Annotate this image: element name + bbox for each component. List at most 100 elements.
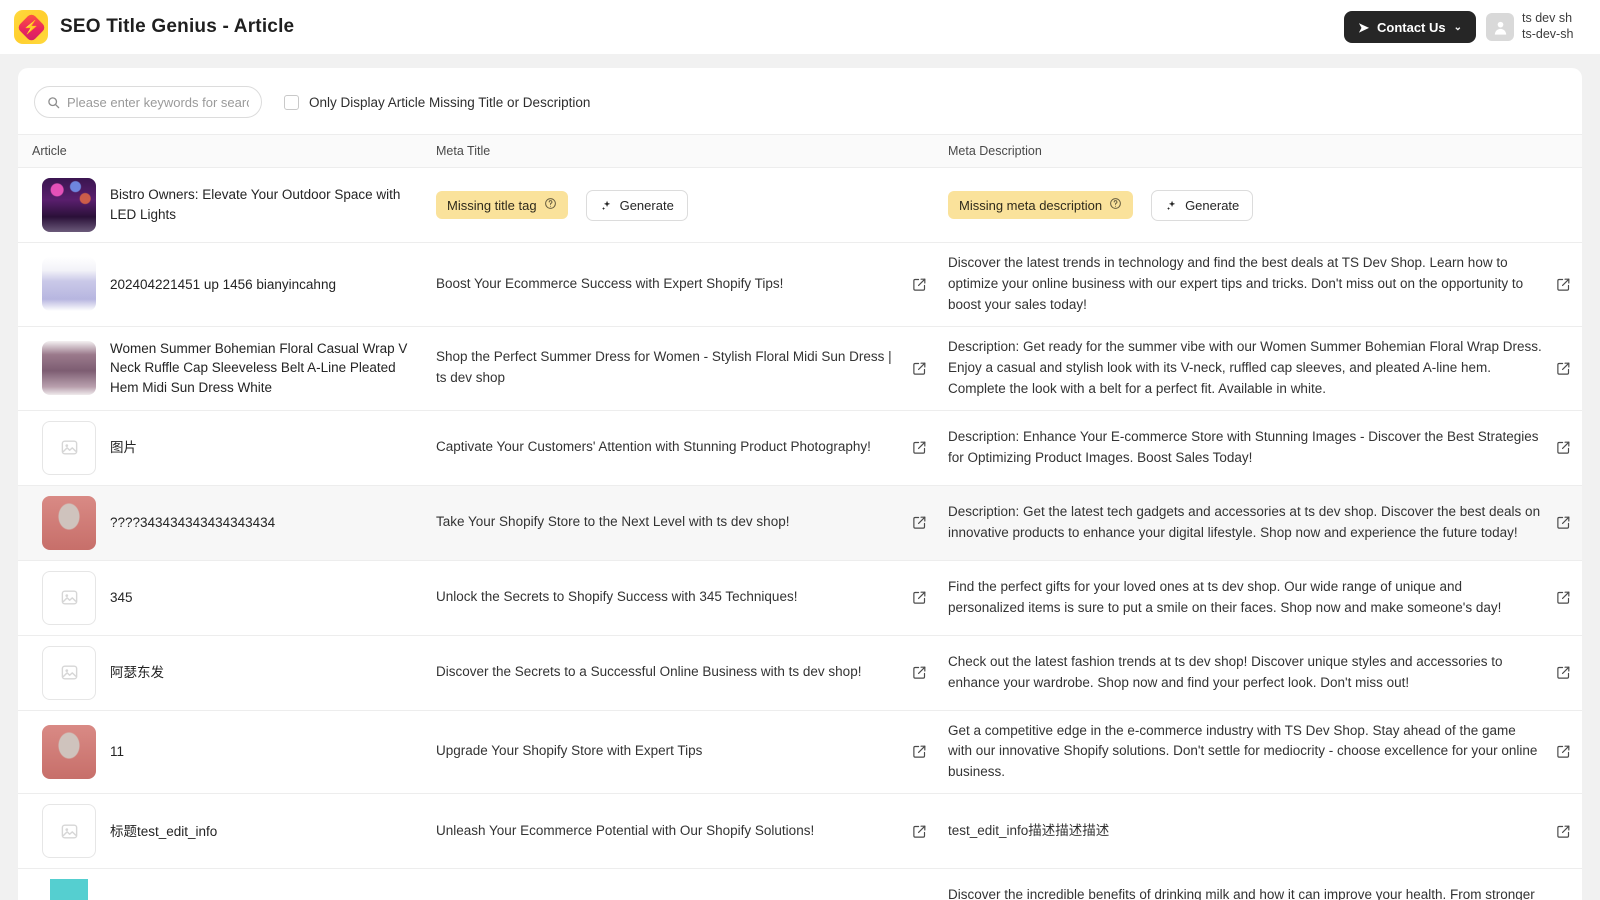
user-name: ts dev sh [1522, 11, 1573, 26]
article-title: 202404221451 up 1456 bianyincahng [110, 276, 336, 292]
edit-meta-description-button[interactable] [1554, 359, 1572, 377]
filter-missing-checkbox[interactable]: Only Display Article Missing Title or De… [284, 94, 591, 110]
page-title: SEO Title Genius - Article [60, 16, 295, 37]
meta-description-text: Description: Get ready for the summer vi… [948, 338, 1542, 396]
cell-meta-title: Take Your Shopify Store to the Next Leve… [426, 485, 938, 561]
article-thumbnail [42, 804, 96, 859]
cell-meta-description: Description: Enhance Your E-commerce Sto… [938, 410, 1582, 486]
edit-meta-title-button[interactable] [910, 743, 928, 761]
meta-description-text: Description: Get the latest tech gadgets… [948, 503, 1541, 540]
cell-meta-description: Get a competitive edge in the e-commerce… [938, 710, 1582, 795]
article-thumbnail [42, 495, 96, 550]
meta-title-text: Captivate Your Customers' Attention with… [436, 439, 871, 455]
cell-meta-description: Missing meta description Generate [938, 167, 1582, 243]
table-body: Bistro Owners: Elevate Your Outdoor Spac… [18, 167, 1582, 900]
article-thumbnail [42, 420, 96, 475]
meta-description-text: Find the perfect gifts for your loved on… [948, 578, 1502, 615]
article-thumbnail [42, 257, 96, 312]
cell-meta-title: Boost Your Ecommerce Success with Expert… [426, 242, 938, 327]
edit-meta-description-button[interactable] [1554, 589, 1572, 607]
table-row[interactable]: ????343434343434343434 Take Your Shopify … [18, 485, 1582, 561]
meta-description-text: Discover the latest trends in technology… [948, 255, 1524, 312]
cell-meta-description: Description: Get ready for the summer vi… [938, 326, 1582, 411]
cell-meta-title: Discover the Secrets to a Successful Onl… [426, 635, 938, 711]
generate-title-button[interactable]: Generate [585, 189, 688, 221]
filter-missing-label: Only Display Article Missing Title or De… [309, 94, 591, 110]
user-handle: ts-dev-sh [1522, 27, 1574, 41]
meta-description-text: Discover the incredible benefits of drin… [948, 887, 1535, 900]
table-head: Article Meta Title Meta Description [18, 134, 1582, 168]
meta-title-text: Unlock the Secrets to Shopify Success wi… [436, 589, 798, 605]
table-row[interactable]: 202404221451 up 1456 bianyincahng Boost Y… [18, 242, 1582, 327]
filters-toolbar: Only Display Article Missing Title or De… [18, 68, 1582, 134]
meta-title-text: Take Your Shopify Store to the Next Leve… [436, 514, 790, 530]
search-icon [48, 96, 60, 108]
table-row[interactable]: 标题test_edit_info Unleash Your Ecommerce P… [18, 793, 1582, 870]
cell-meta-description: Discover the incredible benefits of drin… [938, 868, 1582, 900]
checkbox-box[interactable] [284, 94, 299, 110]
column-header-meta-description: Meta Description [938, 134, 1582, 168]
brand: ⚡ SEO Title Genius - Article [8, 10, 294, 44]
table-row[interactable]: The Top 10 Benefits of Drinking Milk Disc… [18, 868, 1582, 900]
edit-meta-description-button[interactable] [1554, 822, 1572, 840]
article-title: Bistro Owners: Elevate Your Outdoor Spac… [110, 187, 401, 222]
header-actions: ➤ Contact Us ⌄ ts dev sh ts-dev-sh [1344, 0, 1600, 54]
table-row[interactable]: Women Summer Bohemian Floral Casual Wrap… [18, 326, 1582, 411]
edit-meta-title-button[interactable] [910, 589, 928, 607]
edit-meta-title-button[interactable] [910, 439, 928, 457]
edit-meta-title-button[interactable] [910, 359, 928, 377]
cell-meta-title: Shop the Perfect Summer Dress for Women … [426, 326, 938, 411]
articles-table: Article Meta Title Meta Description Bist… [18, 134, 1582, 900]
cell-meta-title: Discover the Health Benefits of Drinking… [426, 868, 938, 900]
cell-article: 11 [18, 710, 426, 795]
help-icon[interactable] [544, 197, 557, 213]
edit-meta-title-button[interactable] [910, 664, 928, 682]
missing-title-badge: Missing title tag [436, 191, 568, 219]
cell-article: 图片 [18, 410, 426, 486]
table-row[interactable]: 345 Unlock the Secrets to Shopify Success… [18, 560, 1582, 636]
user-account[interactable]: ts dev sh ts-dev-sh [1486, 11, 1600, 42]
column-header-meta-title: Meta Title [426, 134, 938, 168]
cell-article: 202404221451 up 1456 bianyincahng [18, 242, 426, 327]
article-title: 345 [110, 589, 133, 605]
column-header-article: Article [18, 134, 426, 168]
cell-meta-description: Check out the latest fashion trends at t… [938, 635, 1582, 711]
article-title: 11 [110, 744, 125, 760]
help-icon[interactable] [1109, 197, 1122, 213]
table-row[interactable]: 11 Upgrade Your Shopify Store with Expert… [18, 710, 1582, 795]
cell-meta-description: Description: Get the latest tech gadgets… [938, 485, 1582, 561]
edit-meta-description-button[interactable] [1554, 275, 1572, 293]
contact-us-label: Contact Us [1376, 19, 1446, 35]
cell-meta-title: Unlock the Secrets to Shopify Success wi… [426, 560, 938, 636]
cell-meta-title: Unleash Your Ecommerce Potential with Ou… [426, 793, 938, 870]
table-row[interactable]: 阿瑟东发 Discover the Secrets to a Successful… [18, 635, 1582, 711]
table-row[interactable]: Bistro Owners: Elevate Your Outdoor Spac… [18, 167, 1582, 243]
edit-meta-title-button[interactable] [910, 822, 928, 840]
contact-us-button[interactable]: ➤ Contact Us ⌄ [1344, 11, 1476, 43]
edit-meta-description-button[interactable] [1554, 439, 1572, 457]
send-icon: ➤ [1358, 19, 1369, 35]
article-thumbnail [42, 724, 96, 779]
article-thumbnail [42, 178, 96, 232]
meta-title-text: Upgrade Your Shopify Store with Expert T… [436, 743, 703, 759]
edit-meta-title-button[interactable] [910, 275, 928, 293]
meta-title-text: Discover the Secrets to a Successful Onl… [436, 664, 862, 680]
generate-title-label: Generate [619, 197, 674, 213]
article-title: ????343434343434343434 [110, 514, 276, 530]
meta-description-text: Description: Enhance Your E-commerce Sto… [948, 428, 1539, 465]
edit-meta-description-button[interactable] [1554, 514, 1572, 532]
missing-title-label: Missing title tag [447, 197, 537, 213]
search-input[interactable] [67, 94, 249, 110]
edit-meta-title-button[interactable] [910, 514, 928, 532]
edit-meta-description-button[interactable] [1554, 664, 1572, 682]
missing-description-badge: Missing meta description [948, 191, 1134, 219]
search-box[interactable] [34, 86, 262, 118]
cell-meta-title: Upgrade Your Shopify Store with Expert T… [426, 710, 938, 795]
edit-meta-description-button[interactable] [1554, 743, 1572, 761]
table-row[interactable]: 图片 Captivate Your Customers' Attention wi… [18, 410, 1582, 486]
article-thumbnail [42, 879, 96, 900]
cell-meta-description: Find the perfect gifts for your loved on… [938, 560, 1582, 636]
generate-description-button[interactable]: Generate [1151, 189, 1254, 221]
meta-title-text: Discover the Health Benefits of Drinking… [436, 896, 898, 900]
missing-description-label: Missing meta description [959, 197, 1103, 213]
